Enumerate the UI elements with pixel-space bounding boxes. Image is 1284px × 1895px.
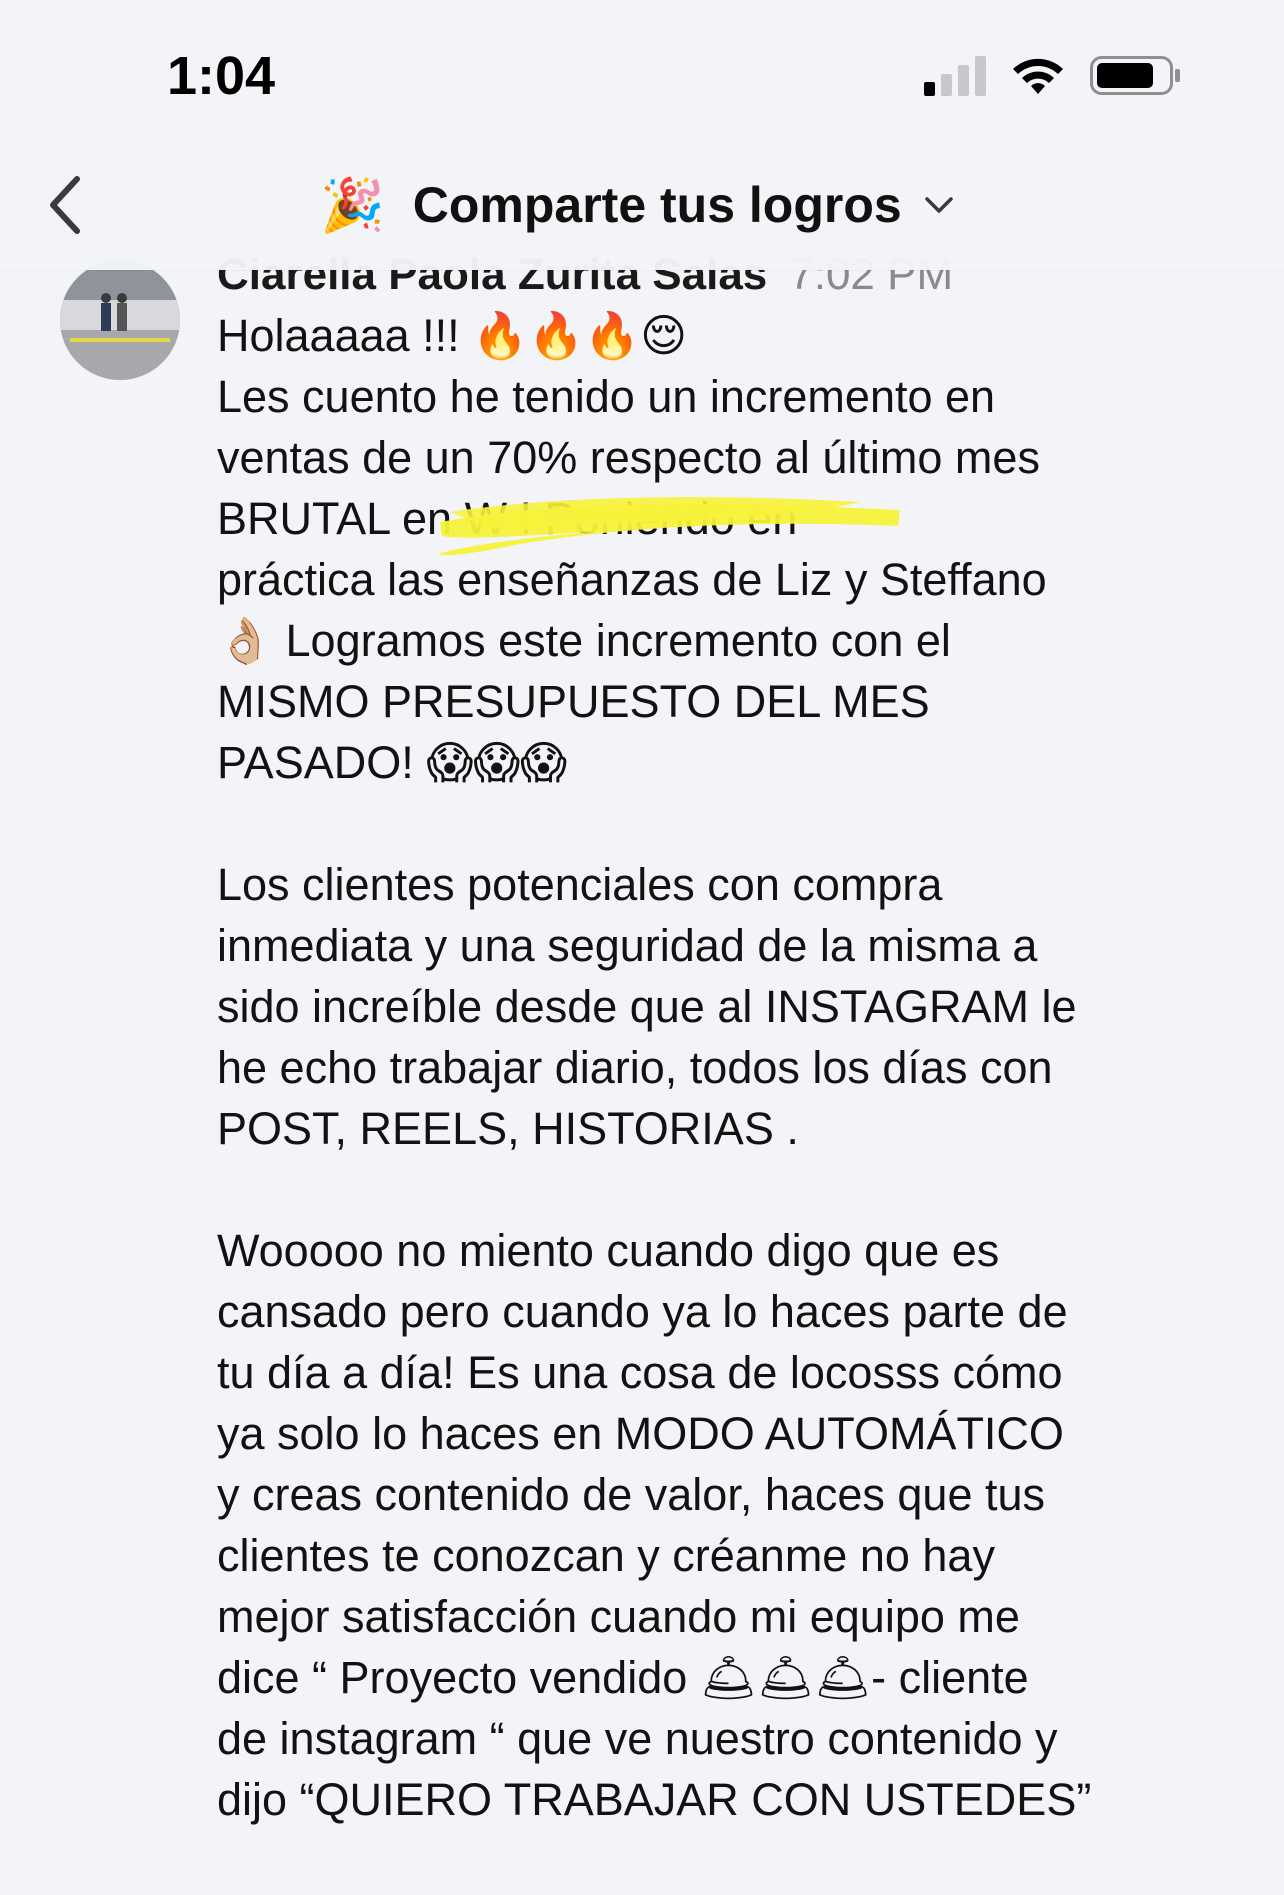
text-line: sido increíble desde que al INSTAGRAM le xyxy=(217,981,1077,1032)
wifi-icon xyxy=(1013,58,1063,94)
channel-title: Comparte tus logros xyxy=(412,177,902,233)
battery-icon xyxy=(1090,56,1180,95)
text-line: 👌🏼 Logramos este incremento con el xyxy=(217,615,951,666)
text-line: Wooooo no miento cuando digo que es xyxy=(217,1225,1000,1276)
chat-message: Ciarella Paola Zurita Salas 7:02 PM Holaa… xyxy=(0,210,1284,1895)
text-line: inmediata y una seguridad de la misma a xyxy=(217,920,1038,971)
screen: Ciarella Paola Zurita Salas 7:02 PM Holaa… xyxy=(0,0,1284,1895)
back-button[interactable] xyxy=(30,170,100,240)
paragraph-3: Wooooo no miento cuando digo que es cans… xyxy=(217,1220,1217,1830)
text-line: he echo trabajar diario, todos los días … xyxy=(217,1042,1053,1093)
chevron-down-icon xyxy=(924,195,954,215)
status-icons xyxy=(920,50,1190,105)
text-line: dijo “QUIERO TRABAJAR CON USTEDES” xyxy=(217,1774,1092,1825)
text-line: PASADO! 😱😱😱 xyxy=(217,737,567,788)
text-line: de instagram “ que ve nuestro contenido … xyxy=(217,1713,1058,1764)
cellular-signal-icon xyxy=(924,56,986,96)
status-icons-svg xyxy=(924,56,1180,96)
text-line: POST, REELS, HISTORIAS . xyxy=(217,1103,799,1154)
status-bar: 1:04 xyxy=(0,0,1284,140)
status-time: 1:04 xyxy=(167,46,276,106)
text-line: Los clientes potenciales con compra xyxy=(217,859,943,910)
text-line: Les cuento he tenido un incremento en xyxy=(217,371,996,422)
text-line: MISMO PRESUPUESTO DEL MES xyxy=(217,676,930,727)
back-chevron-icon xyxy=(50,176,80,234)
text-line: Holaaaaa !!! 🔥🔥🔥😌 xyxy=(217,310,688,361)
text-line: y creas contenido de valor, haces que tu… xyxy=(217,1469,1046,1520)
channel-title-button[interactable]: 🎉 Comparte tus logros xyxy=(320,170,954,240)
party-popper-icon: 🎉 xyxy=(320,175,385,236)
avatar[interactable] xyxy=(60,260,180,380)
text-line: cansado pero cuando ya lo haces parte de xyxy=(217,1286,1068,1337)
text-line: tu día a día! Es una cosa de locosss cóm… xyxy=(217,1347,1063,1398)
text-line: mejor satisfacción cuando mi equipo me xyxy=(217,1591,1020,1642)
paragraph-2: Los clientes potenciales con compra inme… xyxy=(217,854,1217,1159)
text-line: dice “ Proyecto vendido 🛎🛎🛎- cliente xyxy=(217,1652,1029,1703)
avatar-photo-icon xyxy=(60,260,180,380)
text-line: clientes te conozcan y créanme no hay xyxy=(217,1530,995,1581)
text-line: ya solo lo haces en MODO AUTOMÁTICO xyxy=(217,1408,1064,1459)
channel-header: 🎉 Comparte tus logros xyxy=(0,140,1284,270)
redaction-highlight xyxy=(438,497,900,556)
text-line: ventas de un 70% respecto al último mes xyxy=(217,432,1040,483)
